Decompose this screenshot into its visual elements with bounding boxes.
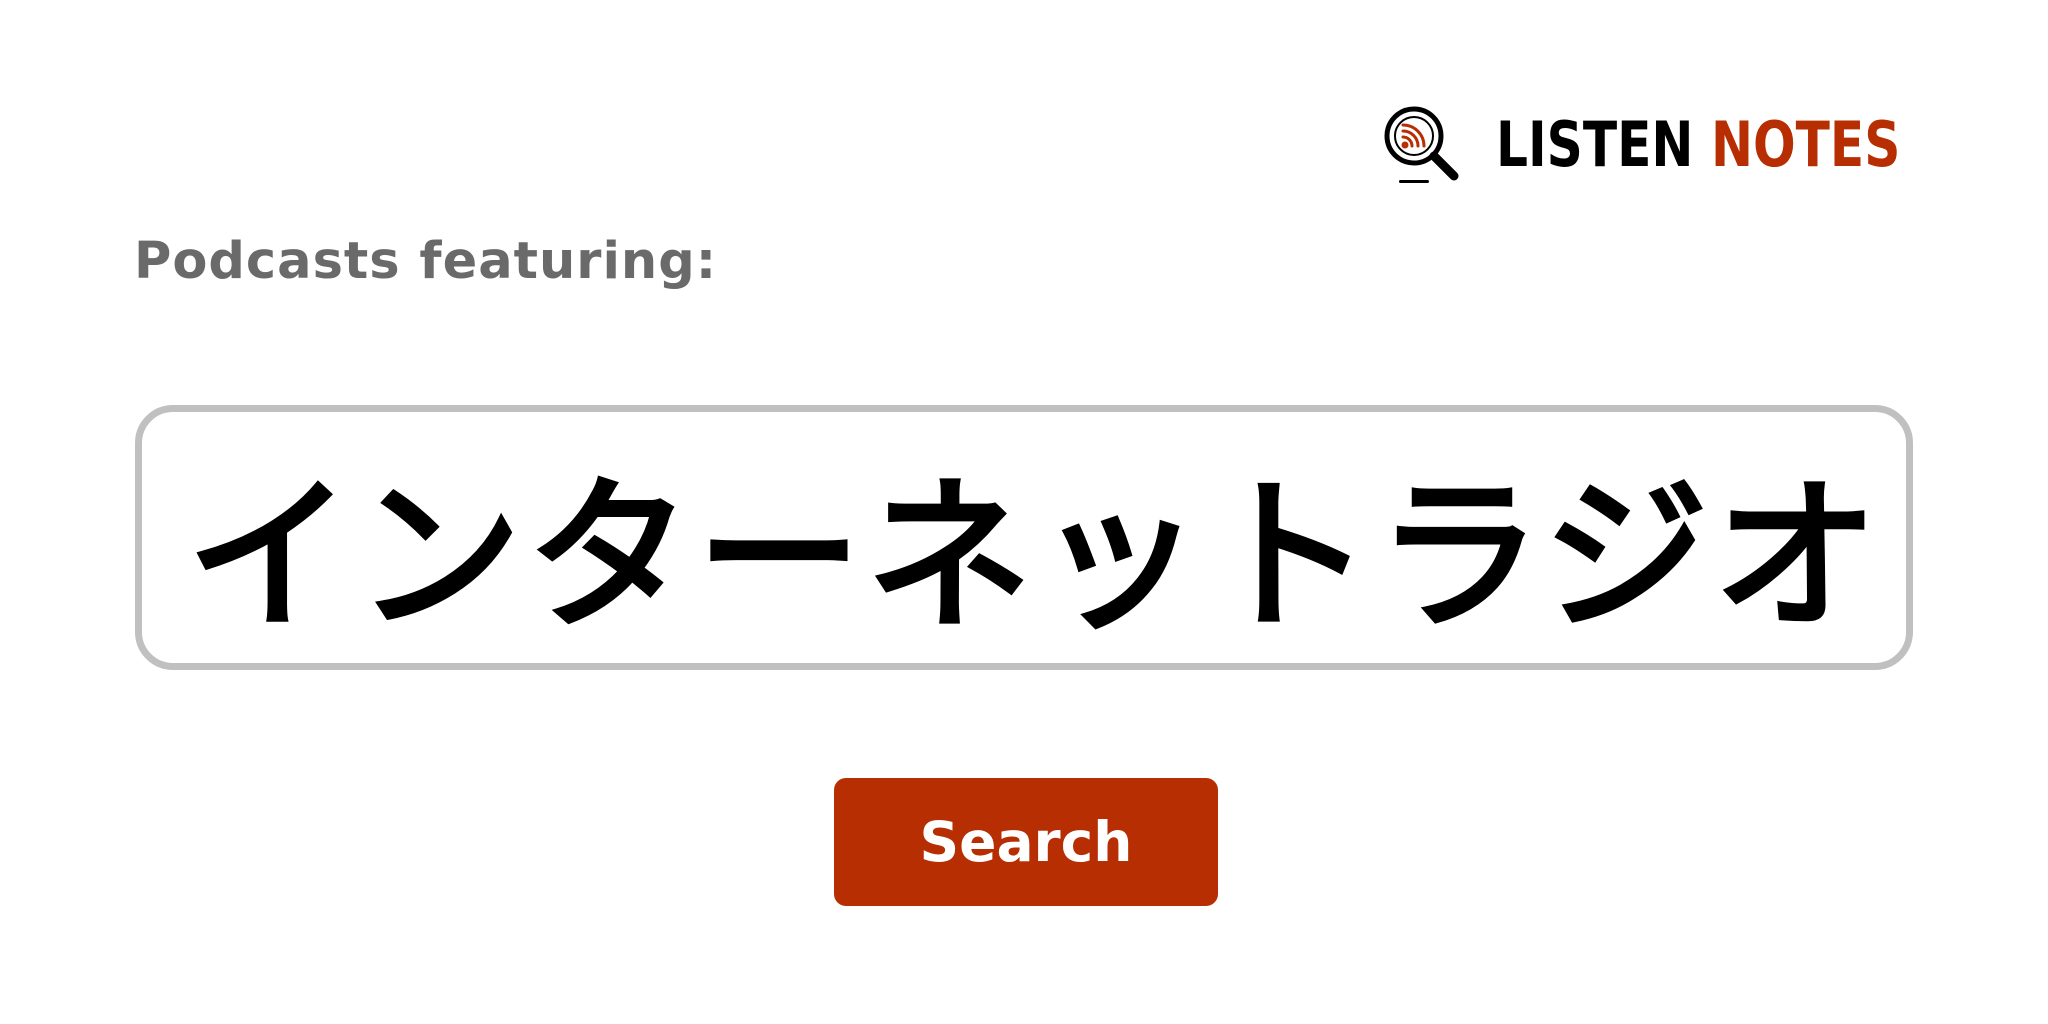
magnifier-rss-icon (1384, 106, 1464, 190)
search-input[interactable]: インターネットラジオ (135, 405, 1913, 670)
logo-word-listen: LISTEN (1496, 108, 1694, 181)
logo-word-notes: NOTES (1710, 108, 1901, 181)
search-input-value: インターネットラジオ (186, 461, 1883, 654)
logo-wordmark: LISTEN NOTES (1496, 112, 1900, 178)
search-button[interactable]: Search (834, 778, 1218, 906)
page-heading: Podcasts featuring: (134, 232, 718, 291)
listen-notes-logo[interactable]: LISTEN NOTES (1384, 106, 1944, 190)
